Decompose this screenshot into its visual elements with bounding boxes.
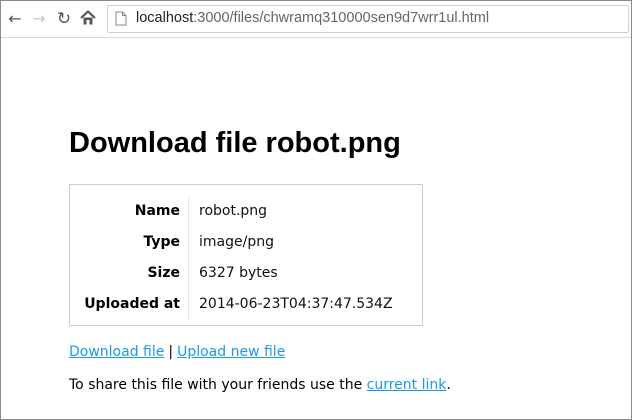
page-title: Download file robot.png (69, 127, 401, 159)
link-separator: | (168, 344, 174, 360)
browser-toolbar: ← → ↻ localhost:3000/files/chwramq310000… (1, 1, 631, 38)
url-path: :3000/files/chwramq310000sen9d7wrr1ul.ht… (193, 10, 490, 26)
page-icon (115, 11, 127, 26)
browser-window: ← → ↻ localhost:3000/files/chwramq310000… (0, 0, 632, 420)
upload-new-file-link[interactable]: Upload new file (177, 344, 285, 360)
share-text: To share this file with your friends use… (69, 377, 451, 393)
share-suffix: . (446, 377, 451, 393)
info-row-name: Name robot.png (70, 196, 393, 227)
file-info-box: Name robot.png Type image/png Size 6327 … (69, 184, 423, 326)
info-row-uploaded: Uploaded at 2014-06-23T04:37:47.534Z (70, 289, 393, 320)
share-prefix: To share this file with your friends use… (69, 377, 367, 393)
file-actions: Download file | Upload new file (69, 344, 285, 360)
forward-arrow-icon[interactable]: → (29, 9, 49, 29)
info-value: robot.png (199, 203, 268, 219)
url-text[interactable]: localhost:3000/files/chwramq310000sen9d7… (136, 10, 489, 26)
info-label: Size (70, 258, 189, 289)
info-label: Uploaded at (70, 289, 189, 320)
info-row-type: Type image/png (70, 227, 393, 258)
info-value: 2014-06-23T04:37:47.534Z (199, 296, 393, 312)
home-icon[interactable] (79, 9, 99, 29)
info-value: image/png (199, 234, 274, 250)
current-link[interactable]: current link (367, 377, 447, 393)
info-label: Type (70, 227, 189, 258)
info-label: Name (70, 196, 189, 227)
address-bar[interactable]: localhost:3000/files/chwramq310000sen9d7… (107, 5, 629, 33)
file-info-table: Name robot.png Type image/png Size 6327 … (70, 196, 393, 320)
back-arrow-icon[interactable]: ← (5, 9, 25, 29)
info-row-size: Size 6327 bytes (70, 258, 393, 289)
url-host: localhost (136, 10, 194, 26)
download-file-link[interactable]: Download file (69, 344, 164, 360)
info-value: 6327 bytes (199, 265, 278, 281)
reload-icon[interactable]: ↻ (54, 9, 74, 29)
